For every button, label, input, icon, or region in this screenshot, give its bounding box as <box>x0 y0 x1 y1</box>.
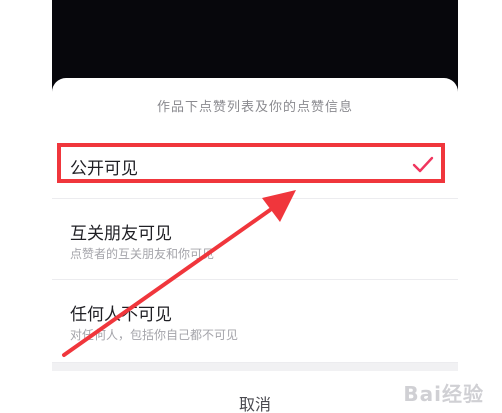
privacy-bottom-sheet: 作品下点赞列表及你的点赞信息 公开可见 互关朋友可见 点赞者的互关朋友和你可见 … <box>52 78 458 413</box>
cancel-button-label: 取消 <box>238 395 271 413</box>
sheet-title: 作品下点赞列表及你的点赞信息 <box>52 78 458 133</box>
option-mutual-friends-description: 点赞者的互关朋友和你可见 <box>70 247 215 261</box>
option-mutual-friends[interactable]: 互关朋友可见 点赞者的互关朋友和你可见 <box>52 199 458 280</box>
option-nobody[interactable]: 任何人不可见 对任何人，包括你自己都不可见 <box>52 280 458 363</box>
page-margin-right <box>458 0 502 413</box>
option-mutual-friends-label: 互关朋友可见 <box>70 224 172 244</box>
option-nobody-description: 对任何人，包括你自己都不可见 <box>70 328 239 342</box>
cancel-button[interactable]: 取消 <box>52 371 458 413</box>
watermark-text: Bai经验 <box>403 382 484 406</box>
option-nobody-label: 任何人不可见 <box>70 305 172 325</box>
annotation-highlight-box <box>57 143 445 183</box>
watermark-logo: Bai经验 <box>403 378 484 407</box>
page-margin-left <box>0 0 52 413</box>
section-divider <box>52 363 458 371</box>
